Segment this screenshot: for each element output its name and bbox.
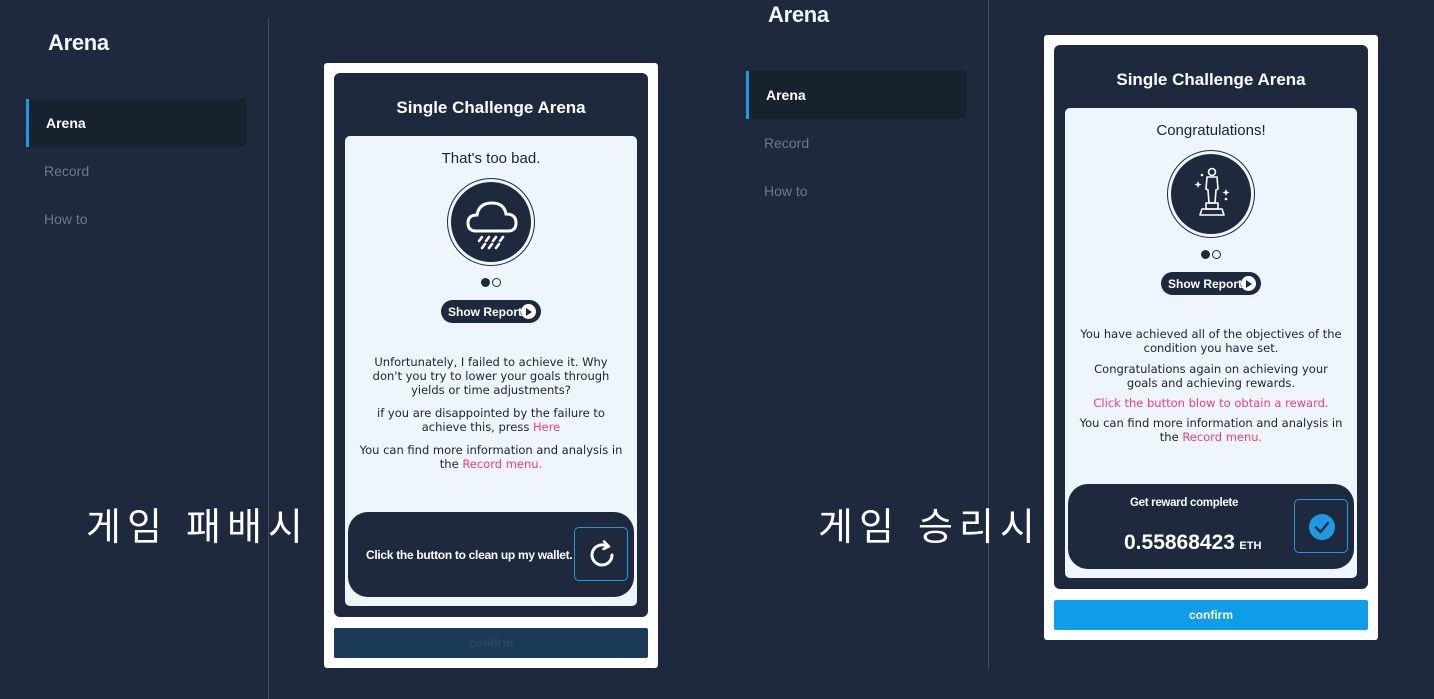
app-brand-right: Arena <box>768 2 829 27</box>
show-report-label: Show Report <box>1168 276 1242 291</box>
result-message: You have achieved all of the objectives … <box>1079 327 1343 453</box>
message-line-1: Unfortunately, I failed to achieve it. W… <box>372 355 610 397</box>
sidebar-item-how-to[interactable]: How to <box>746 167 966 215</box>
reward-hint-text: Click the button blow to obtain a reward… <box>1093 396 1329 410</box>
reward-label: Get reward complete <box>1130 497 1239 509</box>
pager-dot-active[interactable] <box>481 278 490 287</box>
confirm-button[interactable]: confirm <box>1054 600 1368 630</box>
result-card: That's too bad. Show Report Unfortunatel… <box>345 136 637 606</box>
here-link[interactable]: Here <box>533 420 560 434</box>
trophy-statue-icon <box>1167 150 1255 238</box>
pager-dot-active[interactable] <box>1201 250 1210 259</box>
result-modal-defeat: Single Challenge Arena That's too bad. S… <box>324 63 658 668</box>
sidebar-item-record[interactable]: Record <box>746 119 966 167</box>
clean-wallet-button[interactable] <box>574 527 628 581</box>
show-report-button[interactable]: Show Report <box>441 300 541 323</box>
play-icon <box>1241 276 1256 291</box>
refresh-icon <box>590 540 614 567</box>
message-line-3: You can find more information and analys… <box>359 443 623 471</box>
reward-complete-button[interactable] <box>1294 499 1348 553</box>
play-icon <box>521 304 536 319</box>
show-report-button[interactable]: Show Report <box>1161 272 1261 295</box>
result-modal-victory: Single Challenge Arena Congratulations! <box>1044 35 1378 640</box>
sidebar-divider-right <box>988 0 989 669</box>
show-report-label: Show Report <box>448 304 522 319</box>
clean-wallet-box: Click the button to clean up my wallet. <box>348 512 634 597</box>
reward-amount: 0.55868423 ETH <box>1124 531 1261 555</box>
sidebar-item-how-to[interactable]: How to <box>26 195 246 243</box>
reward-box: Get reward complete 0.55868423 ETH <box>1068 484 1354 569</box>
result-status: Congratulations! <box>1156 122 1266 139</box>
result-status: That's too bad. <box>441 150 541 167</box>
reward-amount-unit: ETH <box>1239 540 1262 552</box>
sidebar-item-arena[interactable]: Arena <box>26 99 246 147</box>
app-brand-left: Arena <box>48 30 109 55</box>
reward-amount-value: 0.55868423 <box>1124 531 1235 554</box>
message-line-2: Congratulations again on achieving your … <box>1094 362 1328 390</box>
pager-dots[interactable] <box>1201 250 1221 259</box>
pager-dot[interactable] <box>1212 250 1221 259</box>
rain-cloud-icon <box>447 178 535 266</box>
sidebar-item-arena[interactable]: Arena <box>746 71 966 119</box>
sidebar-nav-left: Arena Record How to <box>26 99 246 243</box>
confirm-button-disabled[interactable]: confirm <box>334 628 648 658</box>
record-menu-link[interactable]: Record menu. <box>1182 430 1262 444</box>
message-line-2: if you are disappointed by the failure t… <box>377 406 605 434</box>
caption-victory: 게임 승리시 <box>818 505 1041 549</box>
sidebar-divider-left <box>268 18 269 699</box>
pager-dot[interactable] <box>492 278 501 287</box>
modal-dark-panel: Single Challenge Arena That's too bad. S… <box>334 73 648 617</box>
message-line-1: You have achieved all of the objectives … <box>1080 327 1342 355</box>
modal-dark-panel: Single Challenge Arena Congratulations! <box>1054 45 1368 589</box>
modal-title: Single Challenge Arena <box>396 98 586 117</box>
sidebar-nav-right: Arena Record How to <box>746 71 966 215</box>
clean-wallet-text: Click the button to clean up my wallet. <box>366 548 573 562</box>
sidebar-item-record[interactable]: Record <box>26 147 246 195</box>
check-circle-icon <box>1309 514 1335 540</box>
record-menu-link[interactable]: Record menu. <box>462 457 542 471</box>
pager-dots[interactable] <box>481 278 501 287</box>
result-card: Congratulations! Show Report You have ac… <box>1065 108 1357 578</box>
caption-defeat: 게임 패배시 <box>86 505 309 549</box>
result-message: Unfortunately, I failed to achieve it. W… <box>359 355 623 480</box>
message-line-4: You can find more information and analys… <box>1079 416 1343 444</box>
modal-title: Single Challenge Arena <box>1116 70 1306 89</box>
